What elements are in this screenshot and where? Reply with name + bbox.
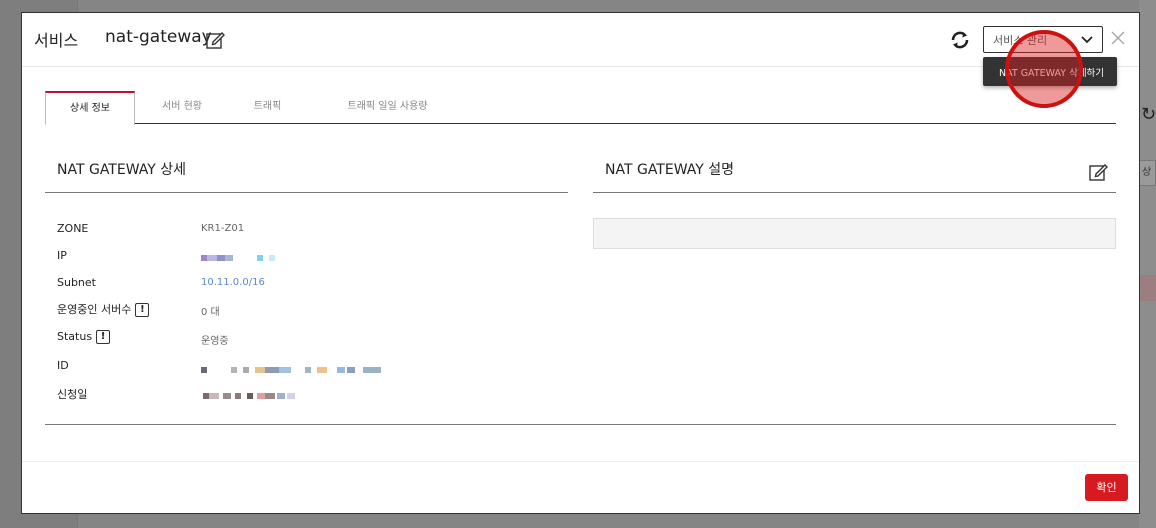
ip-label: IP (57, 249, 67, 262)
running-servers-label: 운영중인 서버수! (57, 301, 150, 317)
edit-title-icon[interactable] (205, 30, 225, 50)
modal-header: 서비스 nat-gateway 서비스 관리 (22, 13, 1139, 67)
detail-section-divider (45, 192, 568, 193)
tab-detail-info[interactable]: 상세 정보 (45, 91, 135, 125)
running-servers-value: 0 대 (201, 307, 220, 318)
detail-section-title: NAT GATEWAY 상세 (57, 162, 187, 178)
service-modal: 서비스 nat-gateway 서비스 관리 NAT GATEWAY 삭제하기 … (21, 12, 1140, 514)
footer-divider (22, 461, 1139, 462)
description-section-divider (593, 192, 1116, 193)
id-value-redacted (201, 367, 383, 373)
description-box (593, 218, 1116, 249)
status-label: Status! (57, 330, 111, 344)
modal-kind-label: 서비스 (34, 31, 79, 50)
running-servers-info-icon[interactable]: ! (135, 303, 150, 317)
background-refresh-icon: ↻ (1141, 104, 1156, 125)
background-highlight-row (1139, 275, 1156, 301)
close-icon[interactable] (1110, 30, 1126, 46)
subnet-label: Subnet (57, 276, 96, 289)
background-right-column (1139, 0, 1156, 528)
status-label-text: Status (57, 330, 93, 343)
tab-daily-traffic[interactable]: 트래픽 일일 사용량 (325, 91, 450, 124)
status-value: 운영중 (201, 336, 229, 347)
status-info-icon[interactable]: ! (96, 330, 111, 344)
edit-description-icon[interactable] (1088, 162, 1108, 182)
chevron-down-icon (1081, 36, 1093, 44)
modal-title: nat-gateway (105, 27, 212, 47)
tab-traffic[interactable]: 트래픽 (230, 91, 305, 124)
id-label: ID (57, 359, 69, 372)
description-section-title: NAT GATEWAY 설명 (605, 162, 735, 178)
background-button: 상 (1139, 160, 1156, 186)
zone-label: ZONE (57, 222, 89, 235)
ip-value-redacted (201, 255, 281, 261)
confirm-button[interactable]: 확인 (1085, 474, 1128, 501)
request-date-redacted (201, 393, 299, 399)
zone-value: KR1-Z01 (201, 223, 245, 234)
request-date-label: 신청일 (57, 388, 88, 401)
running-servers-label-text: 운영중인 서버수 (57, 303, 132, 316)
content-bottom-divider (45, 424, 1116, 425)
tab-server-status[interactable]: 서버 현황 (142, 91, 222, 124)
subnet-value-link[interactable]: 10.11.0.0/16 (201, 277, 265, 288)
refresh-icon[interactable] (949, 29, 971, 51)
tab-bar: 상세 정보 서버 현황 트래픽 트래픽 일일 사용량 (45, 91, 1116, 125)
